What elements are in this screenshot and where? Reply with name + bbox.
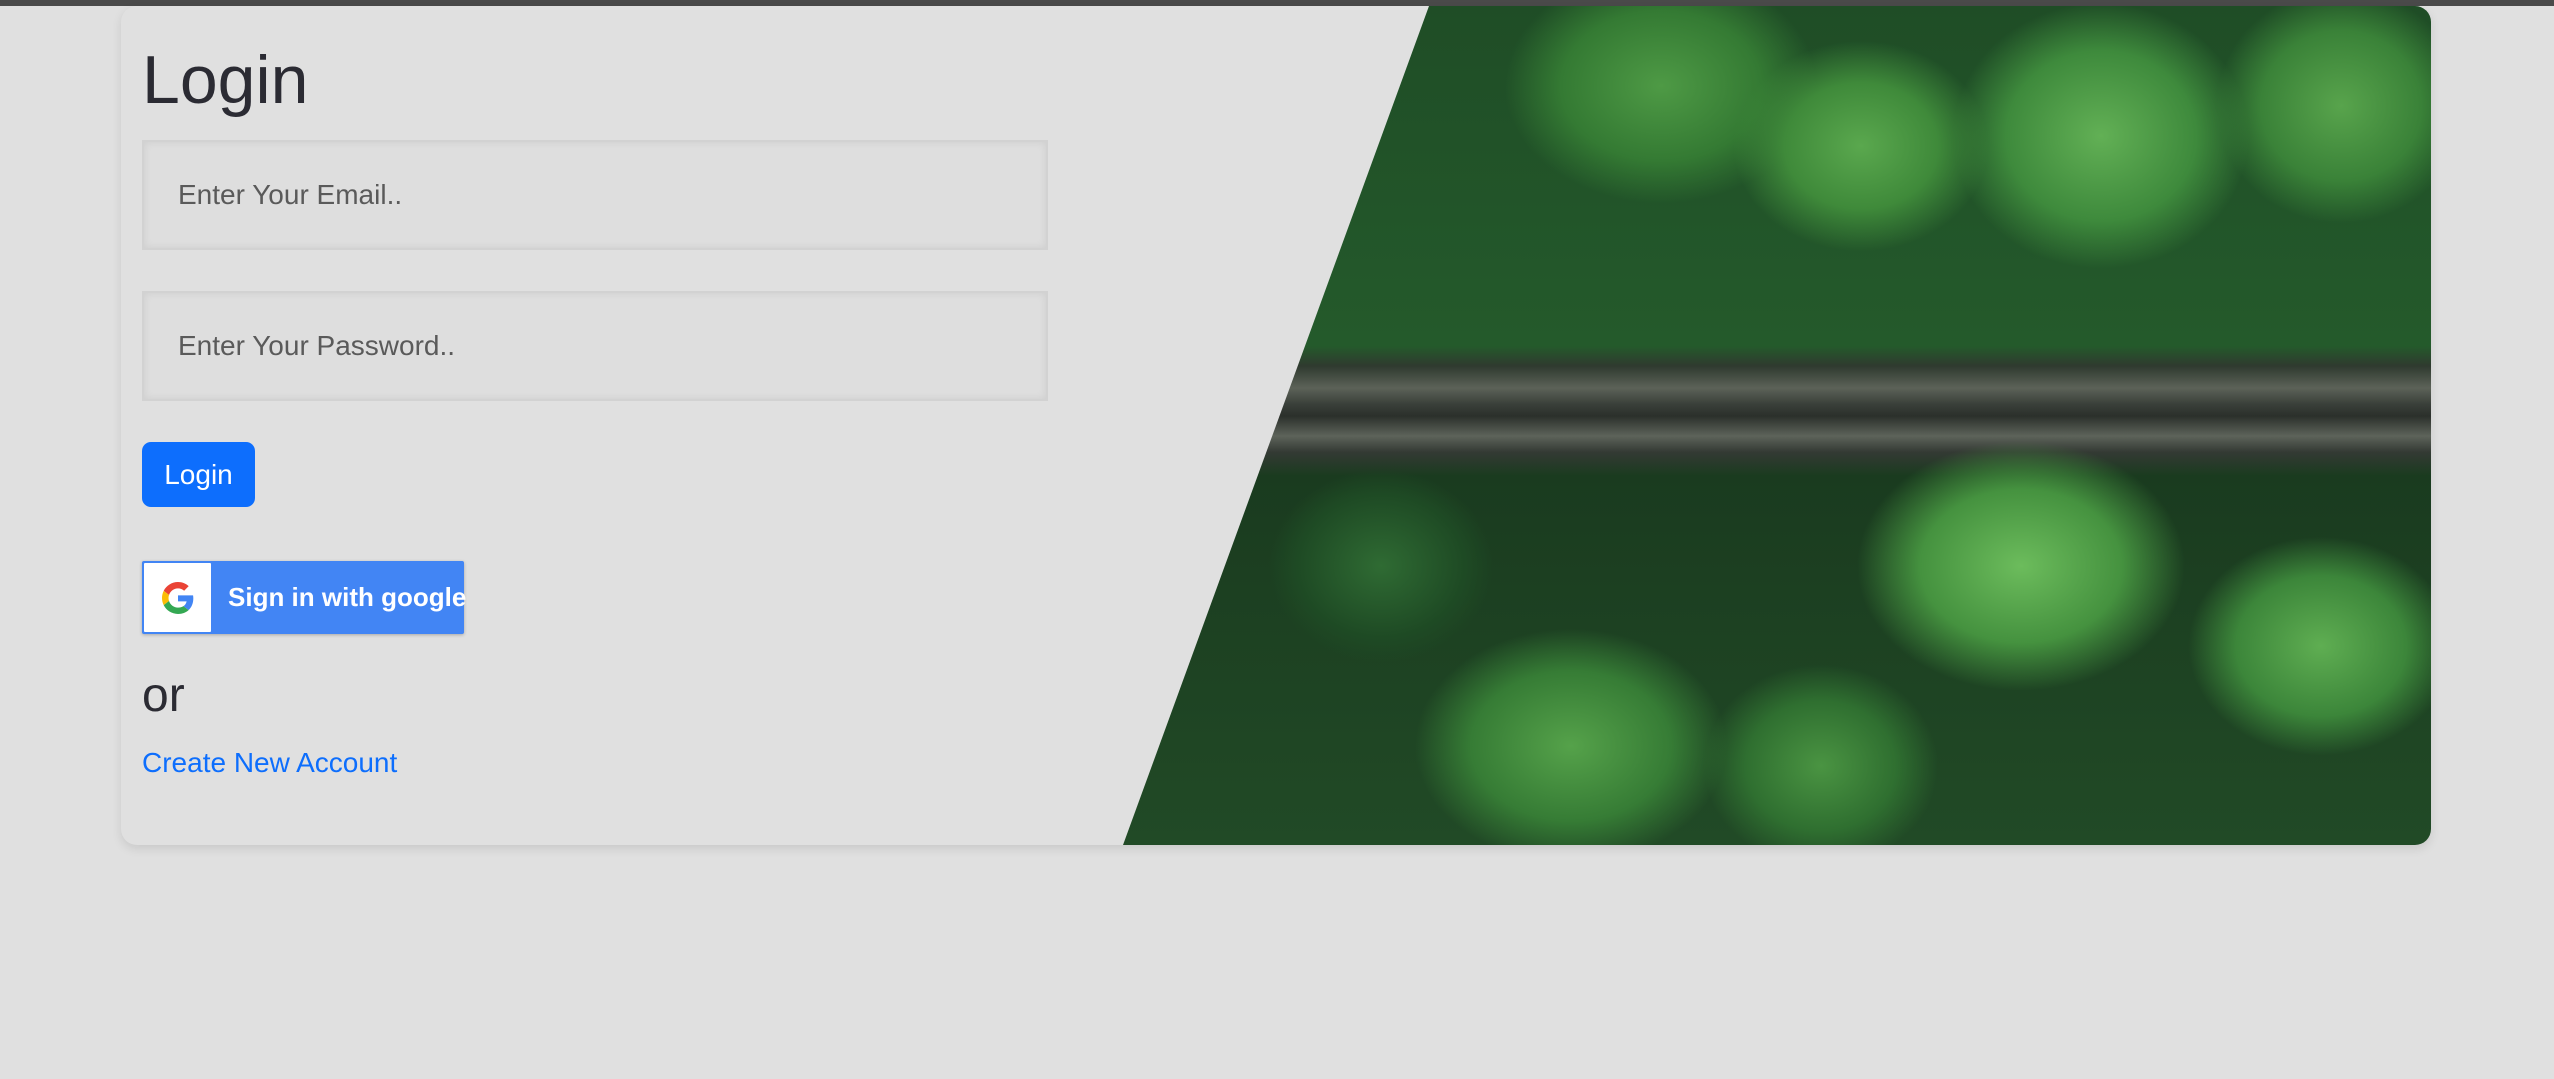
or-separator: or	[142, 669, 185, 722]
password-input[interactable]	[142, 291, 1048, 401]
forest-road-photo	[1123, 6, 2431, 845]
google-icon-container	[144, 563, 211, 632]
page-title: Login	[142, 42, 309, 118]
create-account-link[interactable]: Create New Account	[142, 746, 397, 780]
google-icon	[162, 582, 194, 614]
email-input[interactable]	[142, 140, 1048, 250]
login-card: Login Login Sign in with google or Creat…	[121, 6, 2431, 845]
google-signin-label: Sign in with google	[228, 582, 467, 612]
login-button[interactable]: Login	[142, 442, 255, 507]
google-signin-button[interactable]: Sign in with google	[142, 561, 467, 634]
